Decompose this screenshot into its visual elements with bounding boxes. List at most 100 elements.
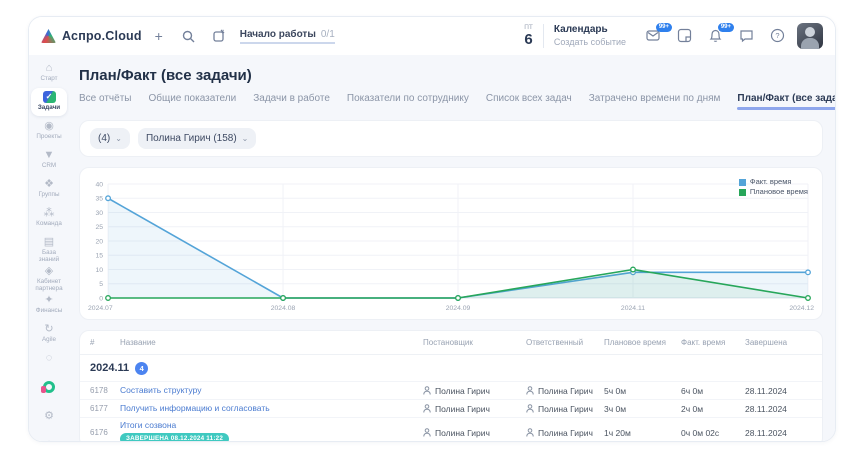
tab-time-by-days[interactable]: Затрачено времени по дням bbox=[589, 93, 721, 110]
partner-cabinet-icon: ◈ bbox=[45, 265, 53, 277]
chart-legend: Факт. времяПлановое время bbox=[739, 177, 808, 197]
person-icon bbox=[526, 428, 534, 437]
chat-icon bbox=[739, 28, 754, 43]
col-fact-time: Факт. время bbox=[681, 338, 745, 347]
sidebar-item-finance[interactable]: ✦ Финансы bbox=[31, 291, 67, 319]
svg-text:2024.09: 2024.09 bbox=[446, 305, 471, 312]
task-link[interactable]: Итоги созвона bbox=[120, 420, 176, 430]
chevron-down-icon: ⌄ bbox=[242, 134, 249, 143]
aspro-logo-icon bbox=[41, 29, 56, 43]
person-icon bbox=[526, 404, 534, 413]
divider bbox=[543, 24, 544, 48]
table-group-row[interactable]: 2024.11 4 bbox=[80, 355, 822, 382]
mail-button[interactable]: 99+ bbox=[646, 28, 663, 45]
notifications-button[interactable]: 99+ bbox=[708, 28, 725, 45]
date-widget[interactable]: Пт 6 bbox=[524, 25, 533, 47]
task-link[interactable]: Получить информацию и согласовать bbox=[120, 403, 423, 414]
chevron-down-icon: ⌄ bbox=[115, 134, 122, 143]
legend-label: Плановое время bbox=[750, 187, 808, 197]
person-icon bbox=[526, 386, 534, 395]
group-label: 2024.11 bbox=[90, 362, 129, 374]
tasks-icon: ✓ bbox=[43, 91, 56, 103]
tab-all-reports[interactable]: Все отчёты bbox=[79, 93, 131, 110]
onboarding-label: Начало работы bbox=[240, 29, 316, 40]
onboarding-progress-link[interactable]: Начало работы 0/1 bbox=[240, 29, 335, 44]
tab-tasks-in-progress[interactable]: Задачи в работе bbox=[253, 93, 330, 110]
svg-text:2024.07: 2024.07 bbox=[88, 305, 113, 312]
agile-icon: ↻ bbox=[44, 323, 53, 335]
finance-icon: ✦ bbox=[44, 294, 53, 306]
sidebar-item-team[interactable]: ⁂ Команда bbox=[31, 204, 67, 232]
svg-text:0: 0 bbox=[99, 295, 103, 302]
sidebar-item-start[interactable]: ⌂ Старт bbox=[31, 59, 67, 87]
add-button[interactable]: + bbox=[146, 24, 172, 48]
table-header-row: # Название Постановщик Ответственный Пла… bbox=[80, 331, 822, 355]
filter-employee-dropdown[interactable]: Полина Гирич (158) ⌄ bbox=[138, 128, 256, 149]
chat-button[interactable] bbox=[739, 28, 756, 45]
calendar-create-event: Создать событие bbox=[554, 37, 626, 48]
svg-text:40: 40 bbox=[95, 181, 103, 188]
svg-text:?: ? bbox=[775, 31, 779, 40]
tab-general-metrics[interactable]: Общие показатели bbox=[148, 93, 236, 110]
tab-all-tasks-list[interactable]: Список всех задач bbox=[486, 93, 572, 110]
sidebar-item-extra-app[interactable] bbox=[31, 378, 67, 406]
svg-text:10: 10 bbox=[95, 267, 103, 274]
svg-text:2024.12: 2024.12 bbox=[789, 305, 814, 312]
person-icon bbox=[423, 386, 431, 395]
svg-text:30: 30 bbox=[95, 210, 103, 217]
topbar-right: Пт 6 Календарь Создать событие 99+ 99+ bbox=[524, 23, 823, 49]
calendar-widget[interactable]: Календарь Создать событие bbox=[554, 24, 626, 48]
sidebar-item-agile[interactable]: ↻ Agile bbox=[31, 320, 67, 348]
page-title: План/Факт (все задачи) bbox=[79, 67, 823, 84]
aspro-logo[interactable]: Аспро.Cloud bbox=[41, 29, 142, 43]
crm-icon: ▼ bbox=[44, 149, 55, 161]
sidebar-item-knowledge-base[interactable]: ▤ База знаний bbox=[31, 233, 67, 261]
top-bar: Аспро.Cloud + Начало работы 0/1 Пт 6 Кал… bbox=[29, 17, 835, 55]
person-icon bbox=[423, 428, 431, 437]
user-avatar[interactable] bbox=[797, 23, 823, 49]
groups-icon: ❖ bbox=[44, 178, 54, 190]
svg-text:5: 5 bbox=[99, 281, 103, 288]
sidebar-item-settings[interactable]: ⚙ bbox=[31, 407, 67, 435]
col-id: # bbox=[90, 338, 120, 347]
col-plan-time: Плановое время bbox=[604, 338, 681, 347]
sidebar-item-projects[interactable]: ◉ Проекты bbox=[31, 117, 67, 145]
module-icon: ◌ bbox=[46, 352, 53, 364]
sidebar-item-extra-1[interactable]: ◌ bbox=[31, 349, 67, 377]
legend-swatch bbox=[739, 179, 746, 186]
plan-fact-chart: 05101520253035402024.072024.082024.09202… bbox=[86, 174, 814, 316]
table-row[interactable]: 6178 Составить структуру Полина Гирич По… bbox=[80, 382, 822, 400]
person-icon bbox=[423, 404, 431, 413]
legend-label: Факт. время bbox=[750, 177, 792, 187]
knowledge-base-icon: ▤ bbox=[44, 236, 54, 248]
svg-text:20: 20 bbox=[95, 238, 103, 245]
aspro-logo-text: Аспро.Cloud bbox=[62, 29, 142, 43]
filter-period-dropdown[interactable]: (4) ⌄ bbox=[90, 128, 130, 149]
search-button[interactable] bbox=[176, 24, 202, 48]
tab-metrics-by-employee[interactable]: Показатели по сотруднику bbox=[347, 93, 469, 110]
task-link[interactable]: Составить структуру bbox=[120, 385, 423, 396]
search-icon bbox=[182, 30, 195, 43]
calendar-title: Календарь bbox=[554, 24, 626, 37]
col-assignee: Ответственный bbox=[526, 338, 604, 347]
table-row[interactable]: 6176 Итоги созвона ЗАВЕРШЕНА 08.12.2024 … bbox=[80, 418, 822, 441]
table-row[interactable]: 6177 Получить информацию и согласовать П… bbox=[80, 400, 822, 418]
notifications-badge: 99+ bbox=[718, 23, 734, 32]
tab-plan-fact-all[interactable]: План/Факт (все задачи) bbox=[737, 93, 835, 110]
sidebar-item-groups[interactable]: ❖ Группы bbox=[31, 175, 67, 203]
sidebar-item-partner-cabinet[interactable]: ◈ Кабинет партнера bbox=[31, 262, 67, 290]
svg-text:15: 15 bbox=[95, 253, 103, 260]
col-author: Постановщик bbox=[423, 338, 526, 347]
app-window: Аспро.Cloud + Начало работы 0/1 Пт 6 Кал… bbox=[28, 16, 836, 442]
sidebar-item-crm[interactable]: ▼ CRM bbox=[31, 146, 67, 174]
app-body: ⌂ Старт ✓ Задачи ◉ Проекты ▼ CRM ❖ Групп… bbox=[29, 55, 835, 441]
sidebar-item-tasks[interactable]: ✓ Задачи bbox=[31, 88, 67, 116]
col-name: Название bbox=[120, 338, 423, 347]
notes-button[interactable] bbox=[677, 28, 694, 45]
onboarding-guide-button[interactable] bbox=[206, 24, 232, 48]
sidebar-item-extra-3[interactable]: ◍ bbox=[31, 436, 67, 441]
tasks-table: # Название Постановщик Ответственный Пла… bbox=[79, 330, 823, 441]
filters-panel: (4) ⌄ Полина Гирич (158) ⌄ bbox=[79, 120, 823, 157]
completed-status-badge: ЗАВЕРШЕНА 08.12.2024 11:22 bbox=[120, 433, 229, 441]
help-button[interactable]: ? bbox=[770, 28, 787, 45]
